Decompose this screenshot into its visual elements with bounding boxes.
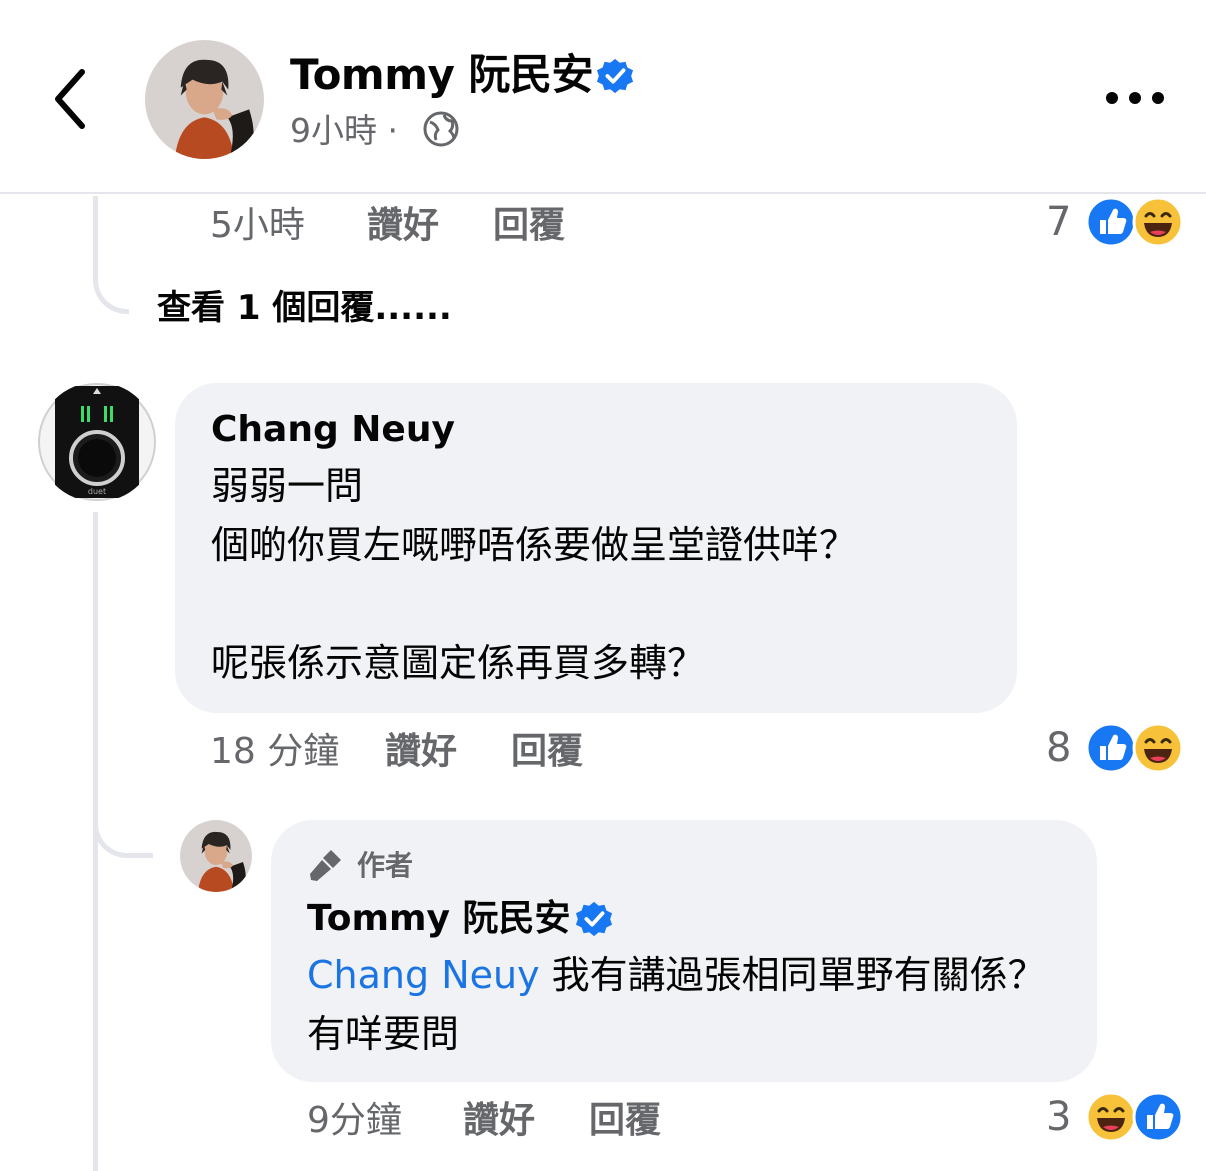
haha-reaction-icon bbox=[1085, 1091, 1137, 1143]
post-time[interactable]: 9小時 · bbox=[290, 110, 398, 152]
reply-text: Chang Neuy 我有講過張相同單野有關係？有咩要問 bbox=[307, 953, 1046, 1056]
commenter-name[interactable]: Chang Neuy bbox=[211, 407, 455, 453]
like-reaction-icon bbox=[1132, 1091, 1184, 1143]
thread-connector bbox=[93, 196, 129, 314]
verified-badge-icon bbox=[596, 57, 634, 95]
reaction-count[interactable]: 7 bbox=[1046, 198, 1071, 246]
avatar[interactable] bbox=[37, 382, 157, 502]
mention-link[interactable]: Chang Neuy bbox=[307, 953, 540, 997]
like-button[interactable]: 讚好 bbox=[385, 730, 457, 774]
reaction-count[interactable]: 3 bbox=[1046, 1093, 1071, 1141]
microphone-icon bbox=[310, 850, 341, 881]
like-reaction-icon bbox=[1085, 196, 1137, 248]
comment-text: 弱弱一問 個啲你買左嘅嘢唔係要做呈堂證供咩？ 呢張係示意圖定係再買多轉？ bbox=[211, 464, 858, 685]
author-badge: 作者 bbox=[357, 849, 414, 882]
view-more-replies[interactable]: 查看 1 個回覆...... bbox=[157, 286, 452, 330]
comment-time[interactable]: 9分鐘 bbox=[307, 1099, 402, 1143]
avatar[interactable] bbox=[145, 40, 264, 159]
comment-time[interactable]: 18 分鐘 bbox=[210, 730, 339, 774]
reply-button[interactable]: 回覆 bbox=[493, 204, 565, 248]
globe-icon bbox=[423, 111, 459, 147]
like-button[interactable]: 讚好 bbox=[367, 204, 439, 248]
post-header: Tommy 阮民安 9小時 · bbox=[0, 0, 1206, 194]
chevron-left-icon[interactable] bbox=[46, 66, 96, 132]
comment-time[interactable]: 5小時 bbox=[210, 204, 305, 248]
verified-badge-icon bbox=[575, 900, 613, 938]
thread-connector bbox=[93, 760, 153, 858]
like-button[interactable]: 讚好 bbox=[463, 1099, 535, 1143]
reaction-count[interactable]: 8 bbox=[1046, 724, 1071, 772]
replier-name[interactable]: Tommy 阮民安 bbox=[307, 896, 571, 942]
like-reaction-icon bbox=[1085, 722, 1137, 774]
reply-button[interactable]: 回覆 bbox=[589, 1099, 661, 1143]
author-name[interactable]: Tommy 阮民安 bbox=[290, 48, 593, 102]
comment-bubble: Chang Neuy 弱弱一問 個啲你買左嘅嘢唔係要做呈堂證供咩？ 呢張係示意圖… bbox=[175, 383, 1017, 713]
reply-button[interactable]: 回覆 bbox=[511, 730, 583, 774]
more-dots-icon[interactable] bbox=[1100, 84, 1170, 112]
haha-reaction-icon bbox=[1132, 722, 1184, 774]
avatar[interactable] bbox=[180, 820, 252, 892]
haha-reaction-icon bbox=[1132, 196, 1184, 248]
reply-bubble: 作者 Tommy 阮民安 Chang Neuy 我有講過張相同單野有關係？有咩要… bbox=[271, 820, 1097, 1082]
